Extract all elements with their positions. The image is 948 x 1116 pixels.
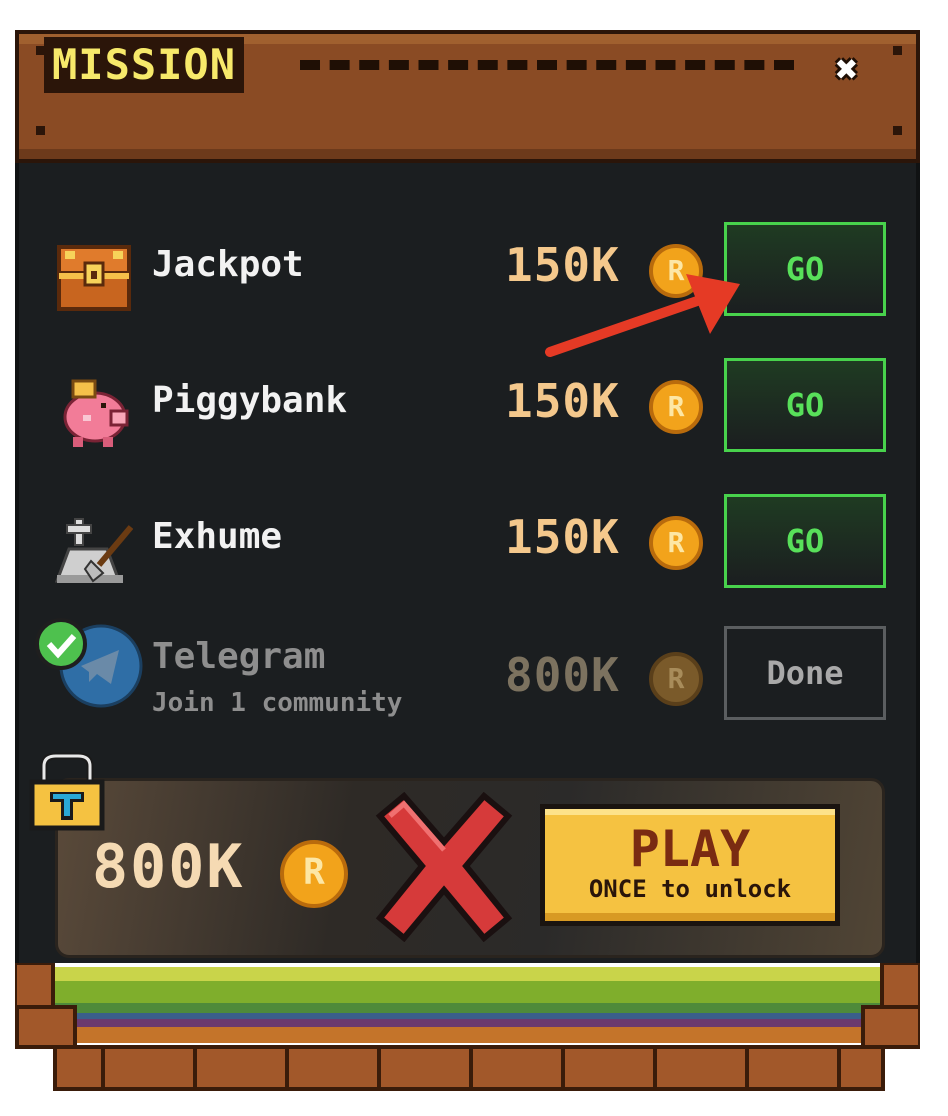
telegram-icon bbox=[35, 618, 143, 708]
mission-row-piggybank: Piggybank 150K R GO bbox=[15, 358, 920, 468]
mission-name: Telegram bbox=[152, 636, 326, 677]
mission-name: Piggybank bbox=[152, 380, 348, 421]
play-sublabel: ONCE to unlock bbox=[588, 875, 792, 903]
coin-icon: R bbox=[649, 652, 703, 706]
nail-decoration bbox=[36, 126, 45, 135]
mission-name: Exhume bbox=[152, 516, 283, 557]
title-divider bbox=[300, 60, 794, 70]
red-x-icon bbox=[375, 792, 513, 942]
grass-brick-footer bbox=[15, 963, 920, 1093]
coin-icon: R bbox=[649, 516, 703, 570]
mission-row-exhume: Exhume 150K R GO bbox=[15, 494, 920, 604]
padlock-icon bbox=[29, 752, 105, 831]
tombstone-shovel-icon bbox=[55, 518, 133, 583]
treasure-chest-icon bbox=[57, 245, 131, 311]
red-arrow-icon bbox=[545, 274, 740, 357]
piggy-bank-icon bbox=[63, 379, 129, 447]
mission-row-jackpot: Jackpot 150K R GO bbox=[15, 222, 920, 332]
unlock-reward-amount: 800K bbox=[92, 832, 245, 902]
play-label: PLAY bbox=[629, 820, 751, 878]
mission-name: Jackpot bbox=[152, 244, 304, 285]
close-icon[interactable]: ✖ bbox=[826, 48, 868, 90]
nail-decoration bbox=[893, 46, 902, 55]
mission-subtitle: Join 1 community bbox=[152, 688, 403, 718]
header-shadow bbox=[19, 149, 916, 159]
mission-reward: 150K bbox=[505, 510, 620, 564]
coin-icon: R bbox=[280, 840, 348, 908]
done-button-telegram: Done bbox=[724, 626, 886, 720]
page-title: MISSION bbox=[44, 37, 245, 93]
nail-decoration bbox=[893, 126, 902, 135]
mission-reward: 800K bbox=[505, 648, 620, 702]
go-button-piggybank[interactable]: GO bbox=[724, 358, 886, 452]
go-button-exhume[interactable]: GO bbox=[724, 494, 886, 588]
mission-reward: 150K bbox=[505, 374, 620, 428]
mission-row-telegram: Telegram Join 1 community 800K R Done bbox=[15, 618, 920, 736]
play-unlock-button[interactable]: PLAY ONCE to unlock bbox=[540, 804, 840, 926]
coin-icon: R bbox=[649, 380, 703, 434]
